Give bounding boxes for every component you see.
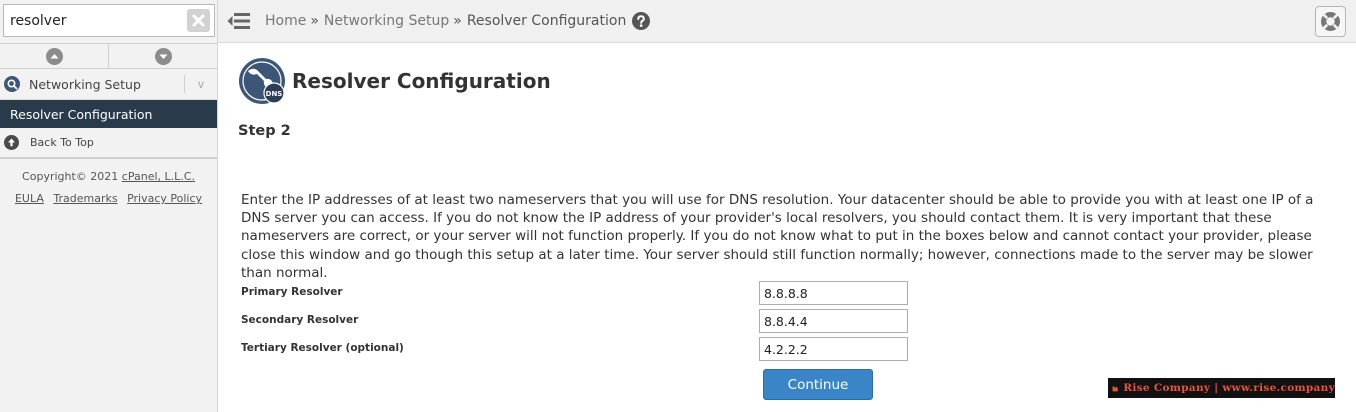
footer-links: EULA Trademarks Privacy Policy (0, 188, 217, 210)
copyright: Copyright© 2021 cPanel, L.L.C. (0, 166, 217, 188)
tertiary-resolver-row: Tertiary Resolver (optional) (241, 337, 941, 361)
breadcrumb-home[interactable]: Home (265, 13, 306, 29)
close-icon[interactable] (187, 9, 210, 32)
search-box (3, 4, 215, 37)
page-header: DNS Resolver Configuration (238, 57, 551, 105)
cpanel-link[interactable]: cPanel, L.L.C. (122, 170, 195, 183)
support-button[interactable] (1315, 6, 1346, 37)
secondary-resolver-label: Secondary Resolver (241, 314, 359, 326)
secondary-resolver-input[interactable] (759, 309, 908, 333)
secondary-resolver-row: Secondary Resolver (241, 309, 941, 333)
sidebar-footer: Copyright© 2021 cPanel, L.L.C. EULA Trad… (0, 159, 217, 210)
tertiary-resolver-input[interactable] (759, 337, 908, 361)
description-text: Enter the IP addresses of at least two n… (241, 192, 1314, 281)
page-title: Resolver Configuration (292, 69, 551, 93)
nav-up-button[interactable] (0, 44, 108, 68)
dns-wrench-icon: DNS (239, 58, 285, 104)
lifebuoy-icon (1321, 12, 1340, 31)
eula-link[interactable]: EULA (15, 192, 44, 205)
watermark-text: Rise Company | www.rise.company (1123, 382, 1335, 394)
arrow-up-circle-icon (45, 47, 63, 65)
privacy-policy-link[interactable]: Privacy Policy (127, 192, 202, 205)
back-to-top-link[interactable]: Back To Top (0, 128, 217, 159)
breadcrumb-separator: » (310, 13, 319, 29)
arrow-up-circle-icon (4, 135, 19, 150)
sidebar-search (0, 0, 217, 43)
breadcrumb-current: Resolver Configuration (466, 13, 627, 29)
help-icon[interactable] (632, 12, 651, 30)
sidebar-item-resolver-configuration[interactable]: Resolver Configuration (0, 100, 217, 128)
breadcrumb-networking-setup[interactable]: Networking Setup (324, 13, 449, 29)
continue-button[interactable]: Continue (763, 369, 873, 400)
breadcrumb: Home » Networking Setup » Resolver Confi… (265, 12, 651, 30)
primary-resolver-row: Primary Resolver (241, 281, 941, 305)
back-to-top-label: Back To Top (30, 136, 94, 149)
menu-toggle-icon (227, 13, 250, 29)
dns-badge-text: DNS (266, 90, 283, 98)
nav-arrows (0, 43, 217, 69)
search-input[interactable] (4, 5, 214, 36)
sidebar-group-label: Networking Setup (29, 76, 141, 92)
watermark: Rise Company | www.rise.company (1108, 378, 1335, 398)
nav-down-button[interactable] (108, 44, 217, 68)
top-bar: Home » Networking Setup » Resolver Confi… (218, 0, 1356, 43)
primary-resolver-label: Primary Resolver (241, 286, 343, 298)
menu-toggle-button[interactable] (220, 0, 258, 43)
tertiary-resolver-label: Tertiary Resolver (optional) (241, 342, 404, 354)
logo-icon (1112, 385, 1118, 391)
main-content: DNS Resolver Configuration Step 2 Enter … (219, 44, 1356, 412)
sidebar-group-networking-setup[interactable]: Networking Setup v (0, 69, 217, 100)
trademarks-link[interactable]: Trademarks (53, 192, 117, 205)
copyright-text: Copyright© 2021 (22, 170, 119, 183)
sidebar: Networking Setup v Resolver Configuratio… (0, 0, 218, 412)
chevron-down-icon[interactable]: v (184, 75, 217, 93)
arrow-down-circle-icon (154, 47, 172, 65)
networking-icon (4, 76, 20, 92)
primary-resolver-input[interactable] (759, 281, 908, 305)
step-heading: Step 2 (238, 123, 291, 139)
breadcrumb-separator: » (453, 13, 462, 29)
